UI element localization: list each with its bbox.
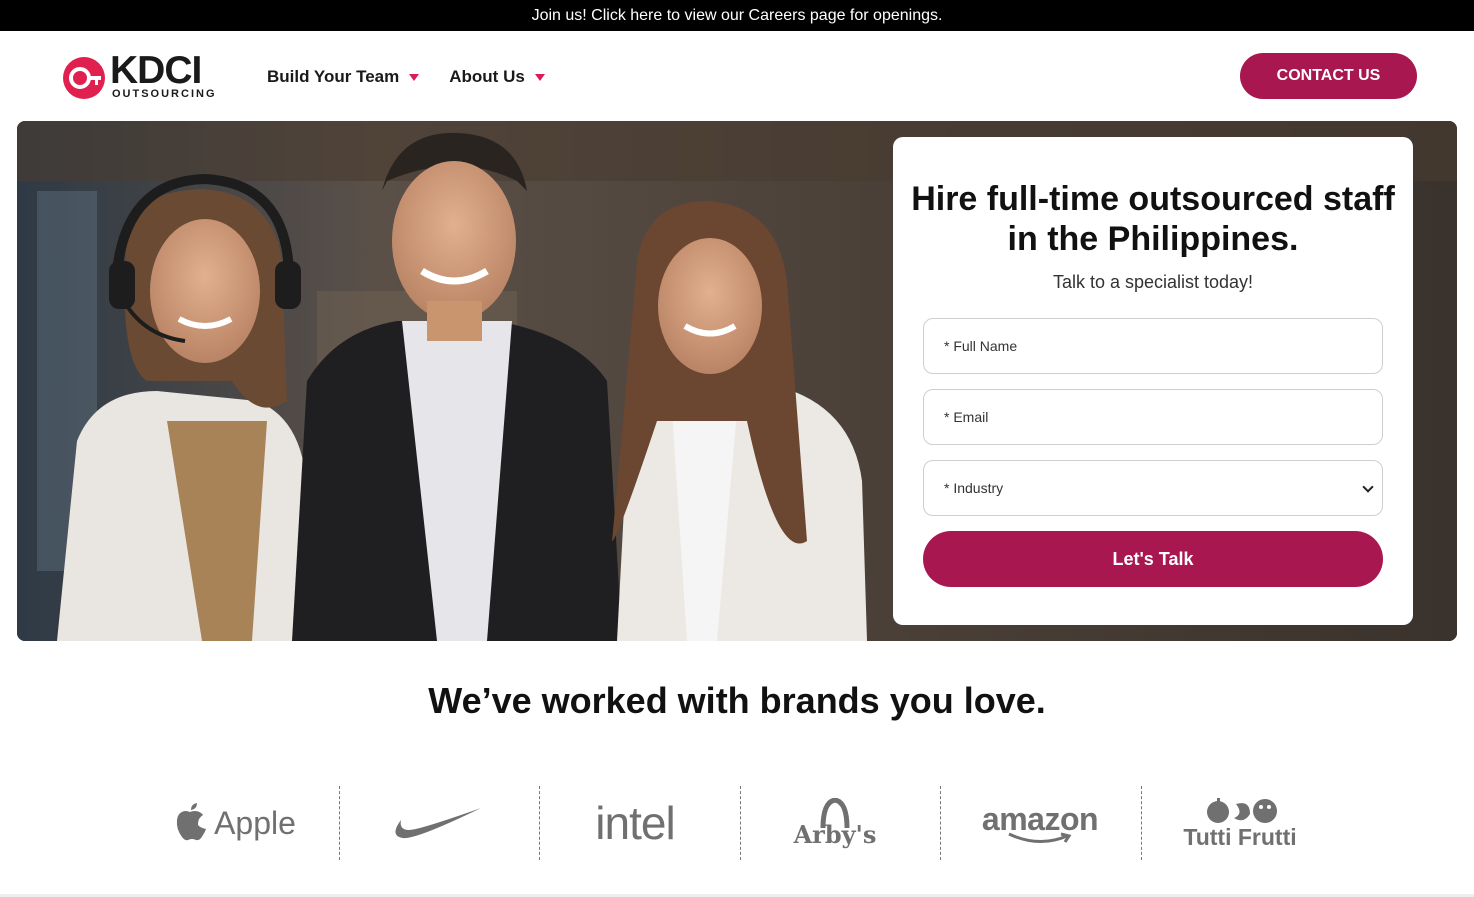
nav-about-us[interactable]: About Us — [449, 67, 545, 87]
careers-announcement-bar[interactable]: Join us! Click here to view our Careers … — [0, 0, 1474, 31]
brand-nike — [370, 786, 500, 860]
form-subtitle: Talk to a specialist today! — [1052, 272, 1254, 292]
announcement-text[interactable]: Join us! Click here to view our Careers … — [532, 7, 943, 25]
main-nav: Build Your Team About Us — [267, 67, 545, 87]
brand-intel: intel — [560, 786, 710, 860]
email-input[interactable] — [944, 409, 1382, 425]
logo-wordmark: KDCI — [110, 49, 202, 92]
kdci-key-icon — [63, 57, 105, 99]
brand-divider — [539, 786, 540, 860]
logo-subtitle: OUTSOURCING — [112, 88, 217, 100]
nav-build-your-team[interactable]: Build Your Team — [267, 67, 420, 87]
contact-us-button[interactable]: CONTACT US — [1240, 53, 1417, 99]
nike-swoosh-icon — [395, 808, 481, 839]
brand-amazon: amazon — [965, 786, 1115, 860]
full-name-input[interactable] — [944, 338, 1382, 354]
caret-down-icon — [534, 73, 545, 81]
tutti-frutti-fruits-icon — [1207, 797, 1277, 823]
form-title: Hire full-time outsourced staff in the P… — [911, 180, 1395, 258]
site-header: KDCI OUTSOURCING Build Your Team About U… — [0, 31, 1474, 121]
full-name-field[interactable] — [923, 318, 1383, 374]
nav-about-us-label: About Us — [449, 67, 525, 86]
apple-wordmark: Apple — [214, 804, 296, 841]
tutti-frutti-wordmark: Tutti Frutti — [1183, 823, 1297, 850]
chevron-down-icon — [1362, 481, 1374, 493]
intel-wordmark: intel — [595, 797, 675, 849]
industry-select[interactable]: * Industry — [923, 460, 1383, 516]
amazon-smile-icon — [1008, 832, 1072, 843]
lead-form-card: Hire full-time outsourced staff in the P… — [893, 137, 1413, 625]
brand-tutti-frutti: Tutti Frutti — [1165, 786, 1315, 860]
brand-divider — [1141, 786, 1142, 860]
caret-down-icon — [409, 73, 420, 81]
arbys-wordmark: Arby's — [793, 819, 877, 849]
apple-logo-icon — [176, 803, 207, 841]
kdci-logo[interactable]: KDCI OUTSOURCING — [62, 49, 222, 103]
brand-apple: Apple — [150, 786, 320, 860]
industry-select-value: * Industry — [944, 480, 1004, 496]
brands-heading: We’ve worked with brands you love. — [428, 680, 1046, 721]
brand-arbys: Arby's — [770, 786, 900, 860]
email-field[interactable] — [923, 389, 1383, 445]
nav-build-your-team-label: Build Your Team — [267, 67, 400, 86]
lets-talk-button[interactable]: Let's Talk — [923, 531, 1383, 587]
brand-divider — [940, 786, 941, 860]
brand-divider — [339, 786, 340, 860]
brand-divider — [740, 786, 741, 860]
